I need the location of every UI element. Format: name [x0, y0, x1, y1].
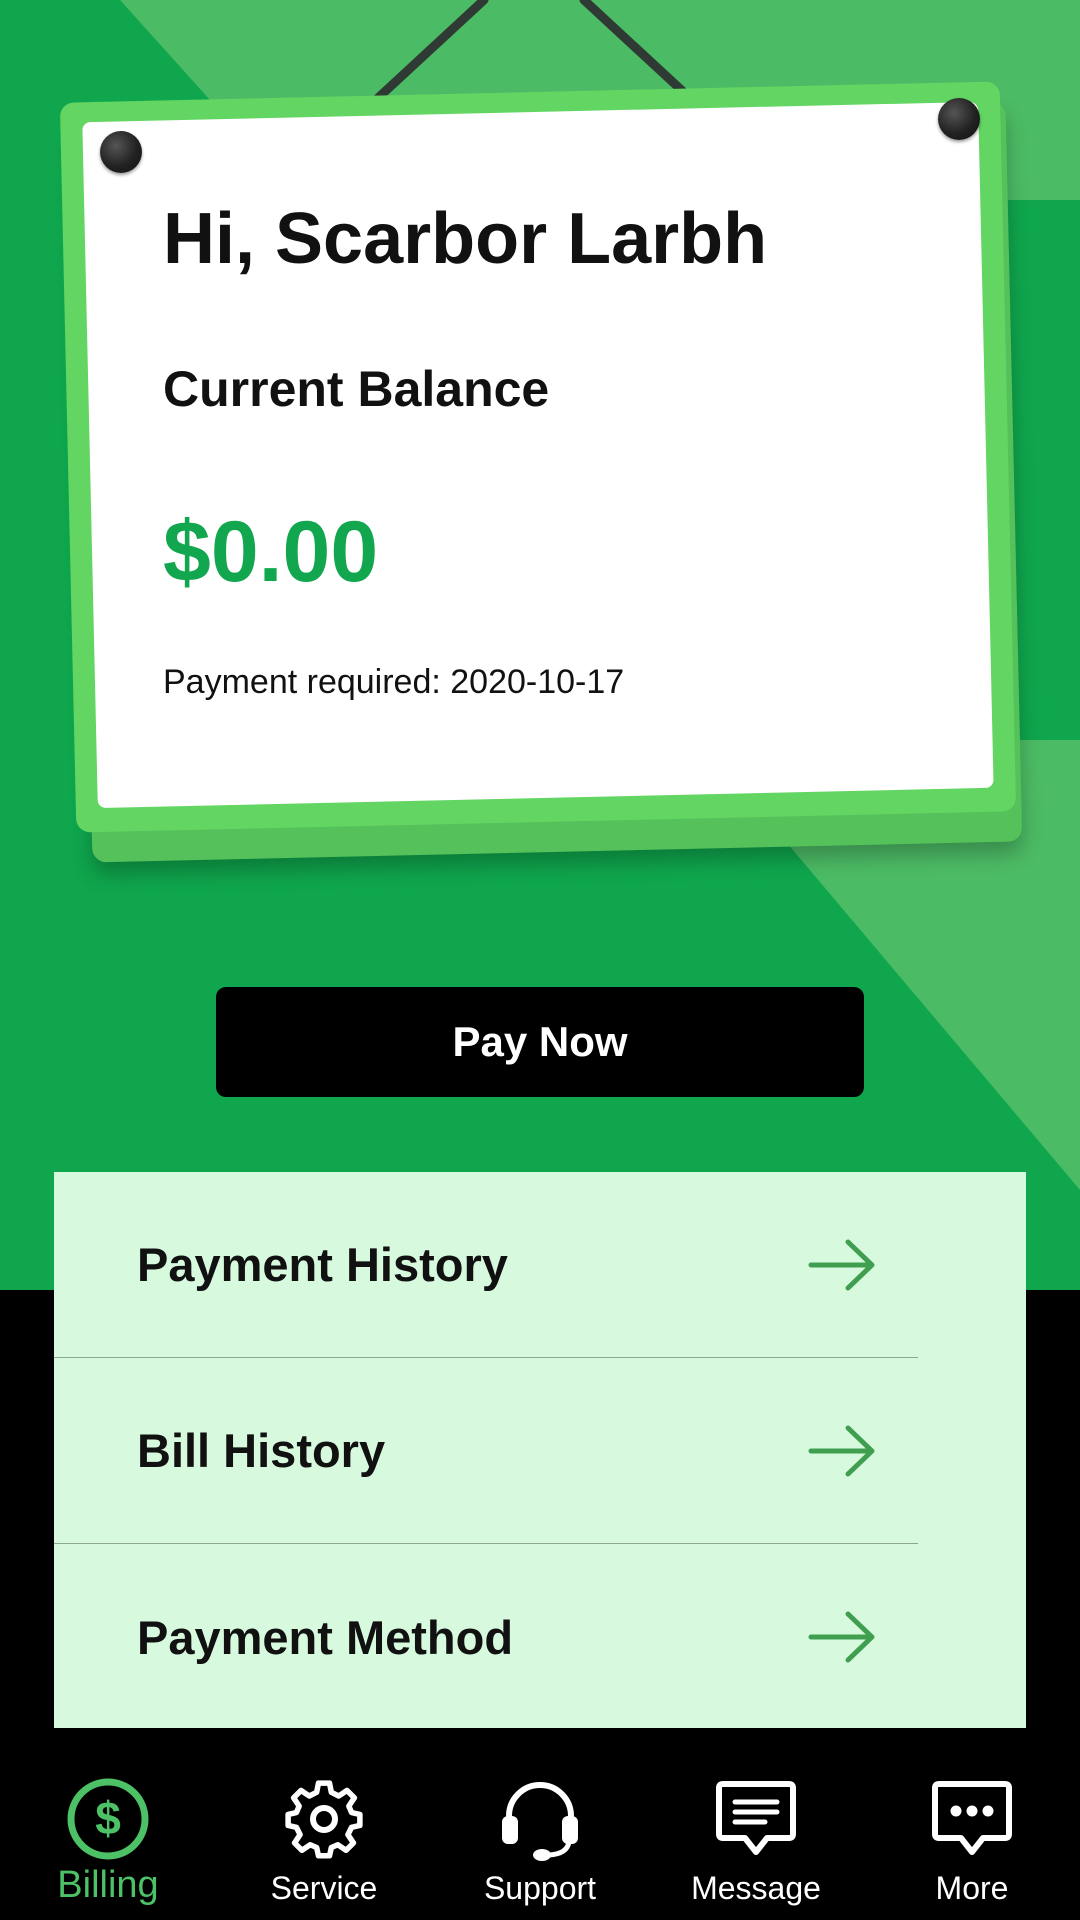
menu-item-payment-history[interactable]: Payment History [54, 1172, 918, 1358]
nav-label: More [935, 1870, 1009, 1906]
payment-required-date: Payment required: 2020-10-17 [163, 663, 625, 701]
menu-item-label: Payment Method [137, 1610, 514, 1664]
balance-amount: $0.00 [163, 504, 379, 600]
more-chat-icon [932, 1781, 1012, 1855]
gear-icon [285, 1780, 363, 1859]
pin-left-icon [100, 131, 142, 173]
nav-item-support[interactable]: Support [432, 1728, 648, 1920]
arrow-right-icon [808, 1425, 875, 1476]
arrow-right-icon [808, 1239, 875, 1290]
balance-label: Current Balance [163, 361, 550, 417]
balance-card [59, 81, 1017, 833]
nav-item-message[interactable]: Message [648, 1728, 864, 1920]
headset-icon [502, 1782, 578, 1861]
nav-label: Message [691, 1870, 821, 1906]
dollar-circle-icon: $ [67, 1778, 149, 1860]
menu-item-label: Bill History [137, 1424, 386, 1477]
pin-right-icon [938, 98, 980, 140]
nav-item-billing[interactable]: $ Billing [0, 1728, 216, 1920]
nav-item-more[interactable]: More [864, 1728, 1080, 1920]
message-icon [716, 1781, 796, 1855]
menu-item-payment-method[interactable]: Payment Method [54, 1544, 918, 1730]
arrow-right-icon [808, 1611, 875, 1663]
bottom-navigation: $ Billing Service Support Message More [0, 1728, 1080, 1920]
nav-label: Support [483, 1870, 597, 1906]
nav-item-service[interactable]: Service [216, 1728, 432, 1920]
greeting-title: Hi, Scarbor Larbh [163, 199, 768, 279]
nav-label: Service [270, 1870, 378, 1906]
menu-item-label: Payment History [137, 1238, 508, 1291]
nav-label: Billing [57, 1864, 159, 1906]
pay-now-button[interactable]: Pay Now [216, 987, 864, 1097]
menu-item-bill-history[interactable]: Bill History [54, 1358, 918, 1544]
svg-text:$: $ [95, 1792, 121, 1844]
